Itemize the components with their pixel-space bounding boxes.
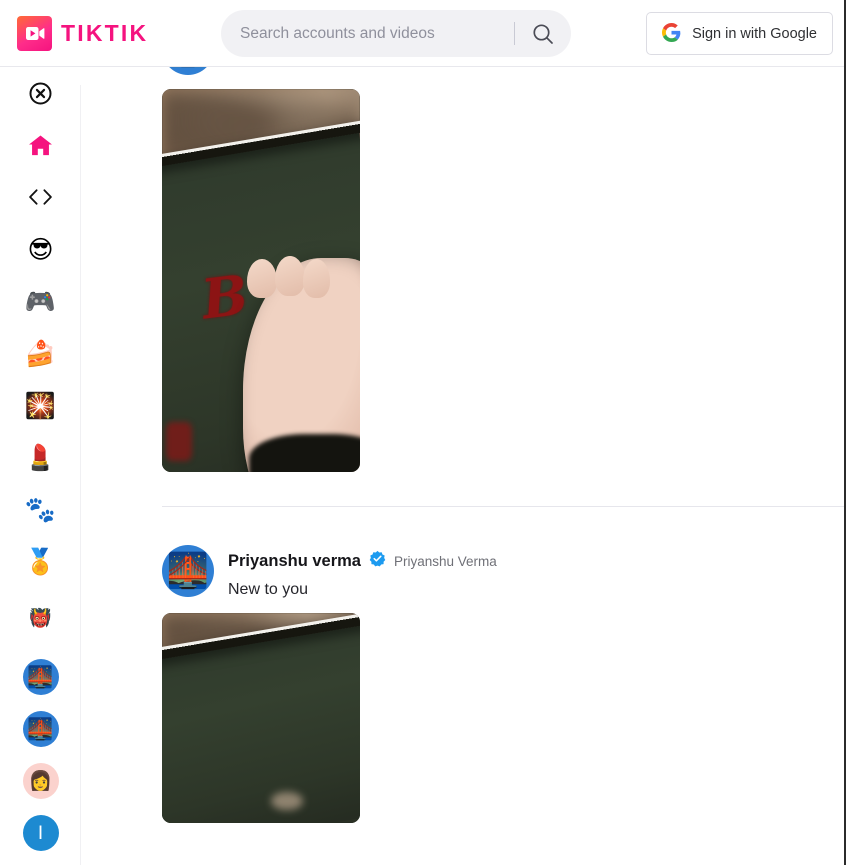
left-sidebar: 😎 🎮 🍰 🎇 💄 🐾 🏅 👹 🌉 🌉 👩 I	[0, 67, 81, 865]
sidebar-item-cool[interactable]: 😎	[15, 223, 67, 275]
medal-icon: 🏅	[24, 546, 57, 576]
sidebar-item-home[interactable]	[15, 119, 67, 171]
search-icon	[533, 23, 553, 44]
cake-slice-icon: 🍰	[24, 338, 57, 368]
feed-post: 🌉 One more B	[81, 67, 844, 472]
sidebar-close-button[interactable]	[15, 67, 67, 119]
ogre-mask-avatar: 👹	[29, 608, 52, 629]
sidebar-item-gaming[interactable]: 🎮	[15, 275, 67, 327]
video-scene-knuckle	[302, 259, 331, 298]
close-circle-icon	[29, 82, 52, 104]
video-card[interactable]: B	[162, 89, 360, 472]
sidebar-item-beauty[interactable]: 💄	[15, 431, 67, 483]
sidebar-item-sports[interactable]: 🏅	[15, 535, 67, 587]
initial-avatar: I	[22, 815, 59, 851]
paw-print-icon: 🐾	[24, 494, 57, 524]
sidebar-item-fireworks[interactable]: 🎇	[15, 379, 67, 431]
sidebar-item-animals[interactable]: 🐾	[15, 483, 67, 535]
video-thumbnail[interactable]	[162, 613, 360, 823]
post-names: Priyanshu verma Priyanshu Verma	[228, 550, 497, 572]
brand-name-text: TIKTIK	[61, 19, 149, 46]
firework-icon: 🎇	[24, 390, 57, 420]
video-scene-knuckle	[247, 259, 277, 298]
post-meta: Priyanshu verma Priyanshu Verma New to y…	[228, 545, 497, 599]
search-bar	[221, 10, 571, 57]
verified-badge-icon	[369, 550, 386, 572]
post-caption: New to you	[228, 581, 309, 598]
video-scene-knuckle	[274, 255, 305, 296]
bridge-avatar[interactable]: 🌉	[162, 545, 214, 597]
video-card[interactable]	[162, 613, 360, 823]
sidebar-item-food[interactable]: 🍰	[15, 327, 67, 379]
bridge-avatar: 🌉	[22, 659, 59, 695]
sidebar-account-ogre[interactable]: 👹	[15, 587, 67, 651]
sidebar-account-initial[interactable]: I	[15, 807, 67, 859]
post-header: 🌉 Priyanshu verma Priyanshu Verma New to…	[162, 537, 844, 599]
video-feed[interactable]: 🌉 One more B	[81, 67, 844, 865]
video-play-logo-icon	[17, 15, 52, 51]
post-handle: Priyanshu Verma	[393, 553, 497, 569]
sign-in-with-google-button[interactable]: Sign in with Google	[646, 12, 833, 55]
tiktik-app-window: TIKTIK Sign in with Google	[0, 0, 846, 865]
brand-logo[interactable]: TIKTIK	[17, 15, 149, 51]
lipstick-icon: 💄	[24, 442, 57, 472]
sidebar-item-code[interactable]	[15, 171, 67, 223]
gamepad-icon: 🎮	[24, 286, 57, 316]
post-display-name[interactable]: Priyanshu verma	[228, 552, 361, 571]
bridge-avatar[interactable]: 🌉	[162, 67, 214, 75]
feed-spacer	[81, 507, 844, 537]
bridge-avatar: 🌉	[22, 711, 59, 747]
post-header: 🌉 One more	[162, 67, 844, 75]
sidebar-account-person[interactable]: 👩	[15, 755, 67, 807]
video-thumbnail[interactable]: B	[162, 89, 360, 472]
sunglasses-face-icon: 😎	[27, 234, 54, 264]
sidebar-account-bridge-2[interactable]: 🌉	[15, 703, 67, 755]
google-signin-label: Sign in with Google	[692, 25, 817, 42]
person-avatar: 👩	[22, 763, 59, 799]
feed-post: 🌉 Priyanshu verma Priyanshu Verma New to…	[81, 537, 844, 823]
search-button[interactable]	[515, 10, 571, 57]
search-input[interactable]	[221, 24, 514, 43]
google-g-icon	[662, 22, 681, 45]
video-scene-red-writing: B	[197, 262, 251, 332]
video-scene-highlight	[270, 791, 303, 811]
home-icon	[29, 134, 52, 155]
top-header-bar: TIKTIK Sign in with Google	[0, 0, 844, 67]
video-scene-red-object	[165, 422, 192, 461]
sidebar-account-bridge-1[interactable]: 🌉	[15, 651, 67, 703]
code-icon	[29, 189, 52, 205]
